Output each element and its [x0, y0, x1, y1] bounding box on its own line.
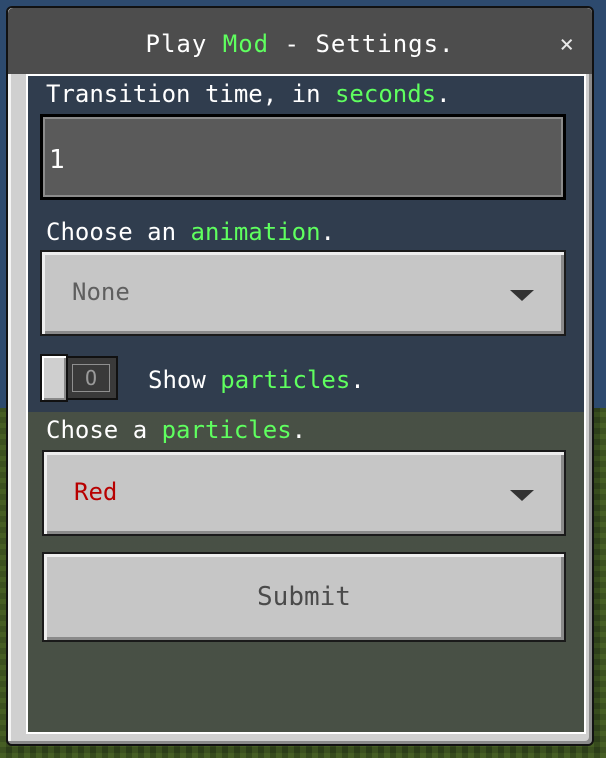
toggle-state-indicator: O	[72, 364, 110, 392]
show-particles-label-highlight: particles	[220, 366, 351, 394]
particles-selected-value: Red	[74, 478, 118, 506]
close-icon[interactable]: ×	[560, 30, 574, 58]
transition-label-highlight: seconds	[334, 80, 437, 108]
chevron-down-icon	[510, 290, 534, 301]
animation-dropdown[interactable]: None	[40, 250, 566, 336]
submit-button[interactable]: Submit	[42, 552, 566, 642]
particles-dropdown[interactable]: Red	[42, 450, 566, 536]
particles-label-highlight: particles	[161, 416, 292, 444]
toggle-knob	[40, 354, 68, 402]
show-particles-label-suffix: .	[350, 366, 365, 394]
transition-label: Transition time, in seconds.	[46, 80, 451, 108]
show-particles-label: Show particles.	[148, 366, 365, 394]
transition-time-value: 1	[49, 145, 65, 175]
title-highlight: Mod	[222, 30, 270, 58]
chevron-down-icon	[510, 490, 534, 501]
transition-label-suffix: .	[436, 80, 451, 108]
animation-label-highlight: animation	[190, 218, 321, 246]
transition-time-input[interactable]: 1	[40, 114, 566, 200]
title-bar: Play Mod - Settings. ×	[8, 8, 592, 74]
particles-label: Chose a particles.	[46, 416, 306, 444]
show-particles-toggle[interactable]: O	[40, 354, 118, 402]
particles-label-text: Chose a	[46, 416, 162, 444]
animation-label-text: Choose an	[46, 218, 191, 246]
transition-label-text: Transition time, in	[46, 80, 335, 108]
animation-selected-value: None	[72, 278, 130, 306]
title-text: Play	[145, 30, 223, 58]
show-particles-label-text: Show	[148, 366, 221, 394]
animation-label: Choose an animation.	[46, 218, 335, 246]
title-suffix: - Settings.	[269, 30, 455, 58]
animation-label-suffix: .	[320, 218, 335, 246]
dialog-title: Play Mod - Settings.	[8, 30, 592, 58]
particles-label-suffix: .	[291, 416, 307, 444]
settings-dialog: Play Mod - Settings. × Transition time, …	[6, 6, 594, 746]
